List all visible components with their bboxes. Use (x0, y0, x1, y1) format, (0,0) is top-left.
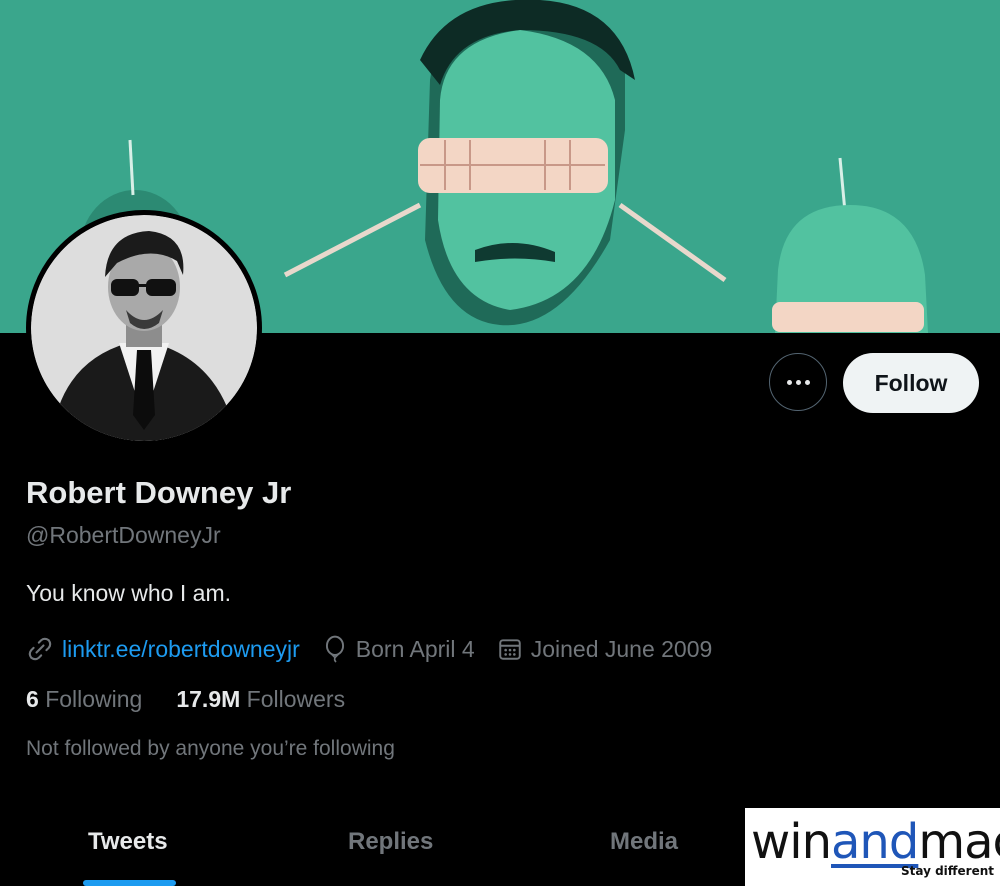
following-stat[interactable]: 6 Following (26, 686, 142, 713)
profile-birthday: Born April 4 (355, 635, 475, 662)
profile-handle: @RobertDowneyJr (26, 522, 221, 548)
link-icon (28, 637, 52, 661)
profile-joined: Joined June 2009 (530, 635, 713, 662)
more-options-button[interactable] (769, 353, 827, 411)
tab-tweets[interactable]: Tweets (88, 828, 168, 856)
following-count: 6 (26, 686, 39, 712)
profile-name: Robert Downey Jr (26, 475, 292, 510)
calendar-icon (498, 639, 521, 660)
active-tab-indicator (83, 880, 176, 886)
followers-count: 17.9M (176, 686, 241, 712)
profile-birthday-item: Born April 4 (322, 635, 475, 663)
profile-joined-item: Joined June 2009 (497, 635, 713, 663)
follow-button[interactable]: Follow (843, 353, 979, 413)
followers-stat[interactable]: 17.9M Followers (176, 686, 345, 713)
winandmac-watermark: winandmac Stay different (745, 808, 1000, 886)
profile-meta: linktr.ee/robertdowneyjr Born April 4 Jo… (26, 632, 734, 666)
more-horizontal-icon (786, 379, 810, 385)
watermark-tagline: Stay different (900, 864, 994, 878)
profile-bio: You know who I am. (26, 580, 231, 606)
followers-label: Followers (246, 686, 346, 712)
watermark-logo: winandmac (751, 814, 1000, 870)
profile-stats: 6 Following 17.9M Followers (26, 686, 379, 713)
not-followed-notice: Not followed by anyone you’re following (26, 737, 395, 760)
following-label: Following (45, 686, 143, 712)
tab-replies[interactable]: Replies (348, 828, 433, 856)
profile-avatar[interactable] (26, 210, 262, 446)
profile-link-item[interactable]: linktr.ee/robertdowneyjr (26, 635, 300, 663)
avatar-photo (31, 215, 257, 441)
profile-link[interactable]: linktr.ee/robertdowneyjr (62, 636, 300, 663)
tab-media[interactable]: Media (610, 828, 678, 856)
balloon-icon (325, 635, 344, 663)
